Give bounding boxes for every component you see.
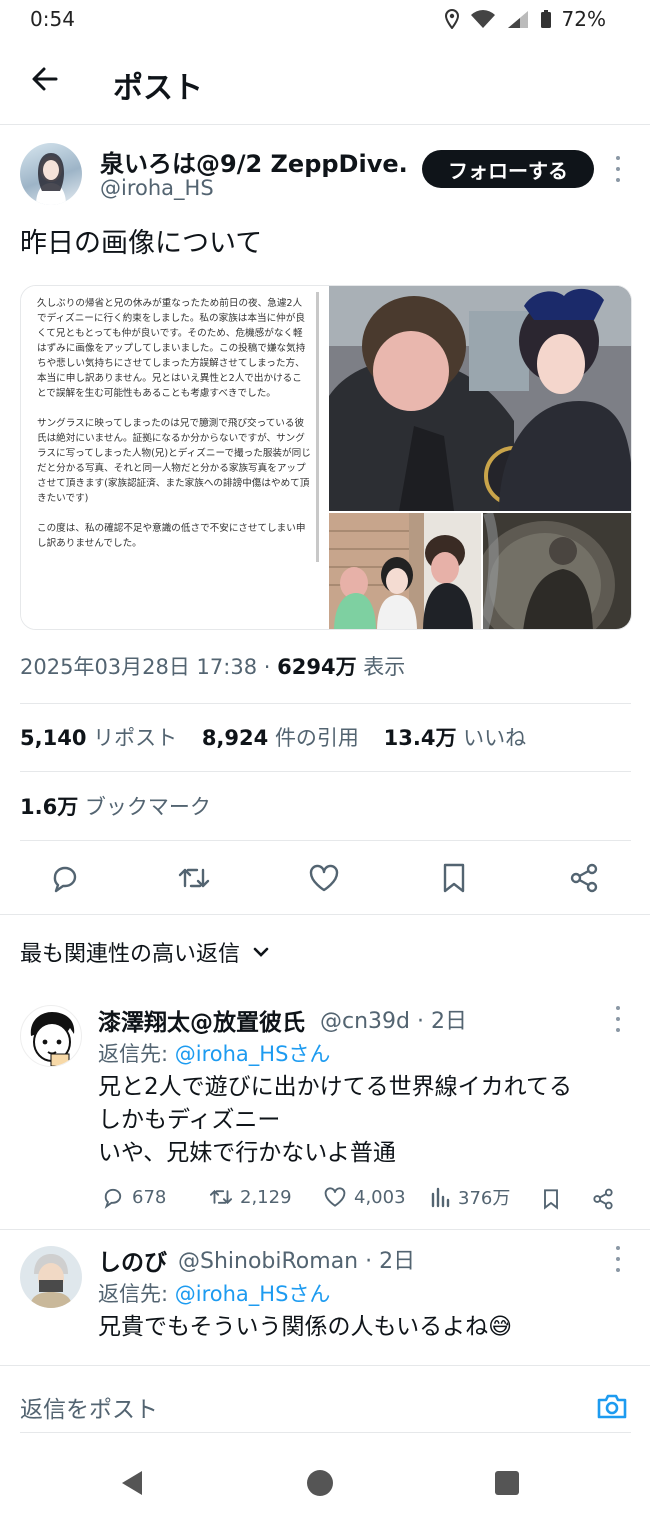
reply-reply-button[interactable]: 678 [100,1184,166,1210]
reposts-label[interactable]: リポスト [93,726,177,750]
reply-to-line: 返信先: @iroha_HSさん [98,1282,331,1306]
like-icon[interactable] [306,860,342,896]
bookmark-icon[interactable] [539,1186,563,1212]
more-options-icon[interactable] [614,1246,622,1272]
views-label: 表示 [363,655,406,679]
share-icon[interactable] [566,860,602,896]
post-meta: 2025年03月28日 17:38 · 6294万 表示 [20,651,405,681]
views-icon [431,1187,450,1208]
status-bar: 0:54 72% [0,0,650,38]
likes-count[interactable]: 13.4万 [384,726,457,750]
nav-home-icon[interactable] [306,1469,334,1497]
reply-text: 兄と2人で遊びに出かけてる世界線イカれてる しかもディズニー いや、兄妹で行かな… [98,1074,572,1166]
post-text: 昨日の画像について [20,228,263,259]
reply-text: 兄貴でもそういう関係の人もいるよね😅 [98,1314,513,1340]
reply-repost-button[interactable]: 2,129 [208,1184,292,1210]
reply-to-handle[interactable]: @iroha_HSさん [175,1282,331,1306]
top-bar: ポスト [0,50,650,114]
like-icon [324,1187,346,1207]
author-avatar[interactable] [20,143,82,205]
likes-label[interactable]: いいね [463,726,526,750]
reply-sort-dropdown[interactable]: 最も関連性の高い返信 [20,936,270,968]
author-handle[interactable]: @iroha_HS [100,176,214,200]
share-icon[interactable] [590,1186,616,1212]
reply-input-placeholder[interactable]: 返信をポスト [20,1390,158,1424]
author-name[interactable]: 泉いろは@9/2 ZeppDive... [100,144,410,179]
battery-percent: 72% [561,7,606,31]
nav-recents-icon[interactable] [494,1470,520,1496]
post-media[interactable]: 久しぶりの帰省と兄の休みが重なったため前日の夜、急遽2人でディズニーに行く約束を… [20,285,632,630]
post-date: 2025年03月28日 17:38 [20,655,258,679]
header-divider [0,124,650,125]
status-time: 0:54 [30,7,75,31]
meta-separator: · [263,655,271,679]
sunglasses-photo[interactable] [483,513,631,629]
statement-paragraph: この度は、私の確認不足や意識の低さで不安にさせてしまい申し訳ありませんでした。 [37,523,306,549]
reply-avatar[interactable] [20,1005,82,1067]
bookmarks-label: ブックマーク [84,795,211,819]
camera-icon[interactable] [596,1390,628,1422]
battery-icon [540,10,551,28]
nav-back-icon[interactable] [118,1469,146,1497]
disney-photo[interactable] [329,286,631,511]
reply-avatar[interactable] [20,1246,82,1308]
quotes-label[interactable]: 件の引用 [275,726,359,750]
repost-icon [209,1189,233,1205]
follow-button[interactable]: フォローする [422,150,594,188]
repost-icon[interactable] [176,860,212,896]
back-arrow-icon[interactable] [30,64,60,94]
reply-sort-label: 最も関連性の高い返信 [20,942,241,967]
group-photo[interactable] [329,513,481,629]
bookmark-icon[interactable] [436,860,472,896]
reply-handle-time[interactable]: @cn39d · 2日 [320,1003,467,1035]
reply-like-button[interactable]: 4,003 [322,1184,406,1210]
quotes-count[interactable]: 8,924 [202,726,268,750]
signal-icon [507,11,528,28]
post-stats: 5,140 リポスト 8,924 件の引用 13.4万 いいね [20,722,526,752]
wifi-icon [470,10,495,28]
statement-image[interactable]: 久しぶりの帰省と兄の休みが重なったため前日の夜、急遽2人でディズニーに行く約束を… [21,286,327,629]
reply-views-button[interactable]: 376万 [430,1184,510,1210]
reply-author-name[interactable]: 漆澤翔太@放置彼氏 [98,1003,305,1037]
views-count: 6294万 [277,655,357,679]
bookmarks-stat: 1.6万 ブックマーク [20,791,211,821]
page-title: ポスト [113,71,203,106]
bookmarks-count: 1.6万 [20,795,79,819]
reply-to-handle[interactable]: @iroha_HSさん [175,1042,331,1066]
author-avatar-image [36,153,66,205]
reply-composer[interactable]: 返信をポスト [0,1366,650,1444]
reply-icon[interactable] [47,860,83,896]
location-icon [444,9,459,29]
chevron-down-icon [253,947,269,957]
image-scrollbar [316,292,319,562]
statement-paragraph: サングラスに映ってしまったのは兄で臆測で飛び交っている彼氏は絶対にいません。証拠… [37,418,311,504]
statement-paragraph: 久しぶりの帰省と兄の休みが重なったため前日の夜、急遽2人でディズニーに行く約束を… [37,298,306,399]
system-nav-bar [0,1445,650,1518]
reply-icon [104,1188,122,1209]
more-options-icon[interactable] [614,156,622,182]
reply-author-name[interactable]: しのび [98,1243,167,1277]
reply-handle-time[interactable]: @ShinobiRoman · 2日 [178,1243,415,1275]
more-options-icon[interactable] [614,1006,622,1032]
reply-to-line: 返信先: @iroha_HSさん [98,1042,331,1066]
reposts-count[interactable]: 5,140 [20,726,86,750]
